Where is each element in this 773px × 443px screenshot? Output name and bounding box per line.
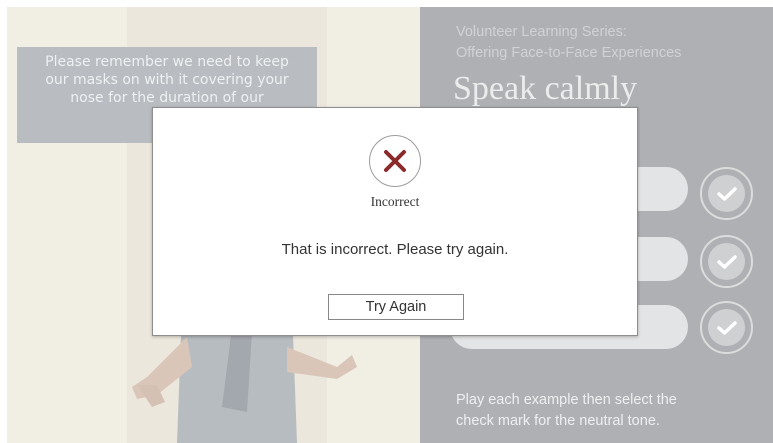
dialog-title: Incorrect xyxy=(370,194,420,209)
incorrect-feedback-dialog: Incorrect That is incorrect. Please try … xyxy=(152,107,638,336)
dialog-message: That is incorrect. Please try again. xyxy=(281,241,509,258)
close-x-icon xyxy=(369,135,421,187)
try-again-button[interactable]: Try Again xyxy=(328,294,464,320)
